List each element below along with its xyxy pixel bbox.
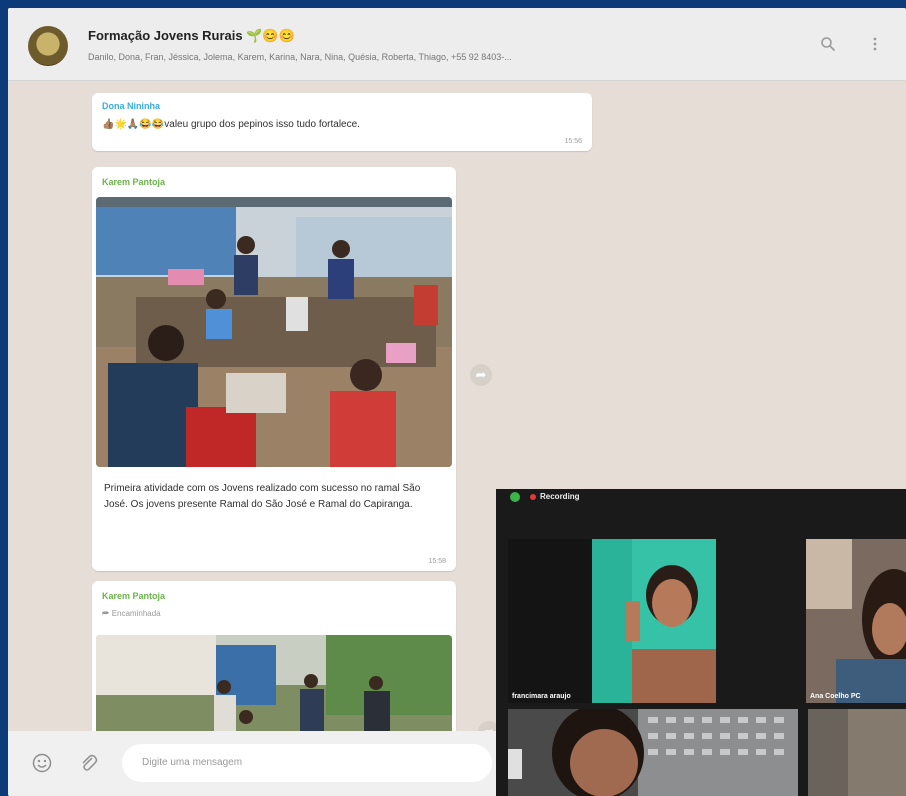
message-time: 15:56 [564,138,582,145]
message-sender: Karem Pantoja [102,591,166,601]
forwarded-label: ⮫ Encaminhada [102,609,161,619]
photo-message-bubble[interactable]: Karem Pantoja Primeira atividade com os … [92,167,456,571]
photo-caption: Primeira atividade com os Jovens realiza… [104,483,421,510]
message-emojis: 👍🏽🌟🙏🏽😂😂 [102,119,165,130]
participant-name: francimara araujo [512,693,571,700]
group-title[interactable]: Formação Jovens Rurais 🌱😊😊 [88,28,295,44]
search-icon[interactable] [820,36,836,55]
participant-tile[interactable] [508,709,798,796]
message-sender: Karem Pantoja [102,177,166,187]
emoji-icon[interactable] [32,753,52,778]
group-name: Formação Jovens Rurais [88,28,243,43]
recording-icon [530,494,536,500]
video-call-window[interactable]: Recording francimara araujo Ana Coelho P… [496,489,906,796]
recording-bar: Recording [496,489,906,507]
message-sender: Dona Nininha [102,101,160,111]
chat-header[interactable]: Formação Jovens Rurais 🌱😊😊 Danilo, Dona,… [8,8,906,81]
message-bubble[interactable]: Dona Nininha 👍🏽🌟🙏🏽😂😂valeu grupo dos pepi… [92,93,592,151]
participant-tile[interactable]: francimara araujo [508,539,716,703]
message-time: 15:58 [428,558,446,565]
attach-icon[interactable] [78,753,98,778]
group-avatar[interactable] [28,26,68,66]
forwarded-icon: ⮫ [102,609,110,618]
menu-icon[interactable] [872,36,878,55]
participant-tile[interactable]: Ana Coelho PC [806,539,906,703]
participant-name: Ana Coelho PC [810,693,861,700]
message-text: 👍🏽🌟🙏🏽😂😂valeu grupo dos pepinos isso tudo… [102,119,360,130]
participant-tile[interactable] [808,709,906,796]
group-members: Danilo, Dona, Fran, Jéssica, Jolema, Kar… [88,52,512,62]
forwarded-message-bubble[interactable]: Karem Pantoja ⮫ Encaminhada [92,581,456,751]
forward-icon[interactable]: ➦ [470,364,492,386]
group-emojis: 🌱😊😊 [246,28,295,43]
group-photo-image[interactable] [96,197,452,467]
forwarded-text: Encaminhada [111,609,161,618]
message-input[interactable]: Digite uma mensagem [122,744,492,782]
recording-status: Recording [540,492,580,501]
security-icon [510,492,520,502]
message-body: valeu grupo dos pepinos isso tudo fortal… [164,119,360,130]
